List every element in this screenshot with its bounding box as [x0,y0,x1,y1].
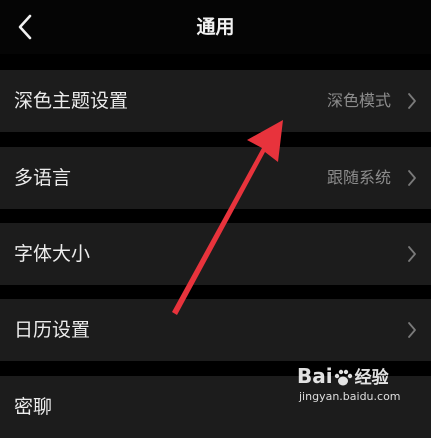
settings-row-calendar[interactable]: 日历设置 [0,299,431,361]
settings-row-font-size[interactable]: 字体大小 [0,223,431,285]
settings-row-language[interactable]: 多语言 跟随系统 [0,147,431,209]
watermark-url: jingyan.baidu.com [299,390,401,403]
nav-bar: 通用 [0,0,431,54]
chevron-right-icon [408,246,416,262]
watermark-brand-a: Bai [297,364,333,388]
settings-row-dark-theme[interactable]: 深色主题设置 深色模式 [0,70,431,132]
watermark-logo: Bai 经验 [297,362,389,390]
settings-row-label: 深色主题设置 [14,90,129,112]
settings-row-label: 密聊 [14,396,53,418]
chevron-right-icon [408,322,416,338]
settings-row-value: 深色模式 [326,91,391,110]
watermark: Bai 经验 jingyan.baidu.com [297,362,425,406]
page-title: 通用 [196,16,235,38]
settings-row-label: 日历设置 [14,319,91,341]
settings-row-value: 跟随系统 [326,168,391,187]
settings-row-label: 字体大小 [14,243,91,265]
paw-icon [334,369,352,385]
chevron-right-icon [408,170,416,186]
watermark-brand-b: 经验 [354,368,389,388]
settings-row-label: 多语言 [14,167,72,189]
chevron-right-icon [408,93,416,109]
